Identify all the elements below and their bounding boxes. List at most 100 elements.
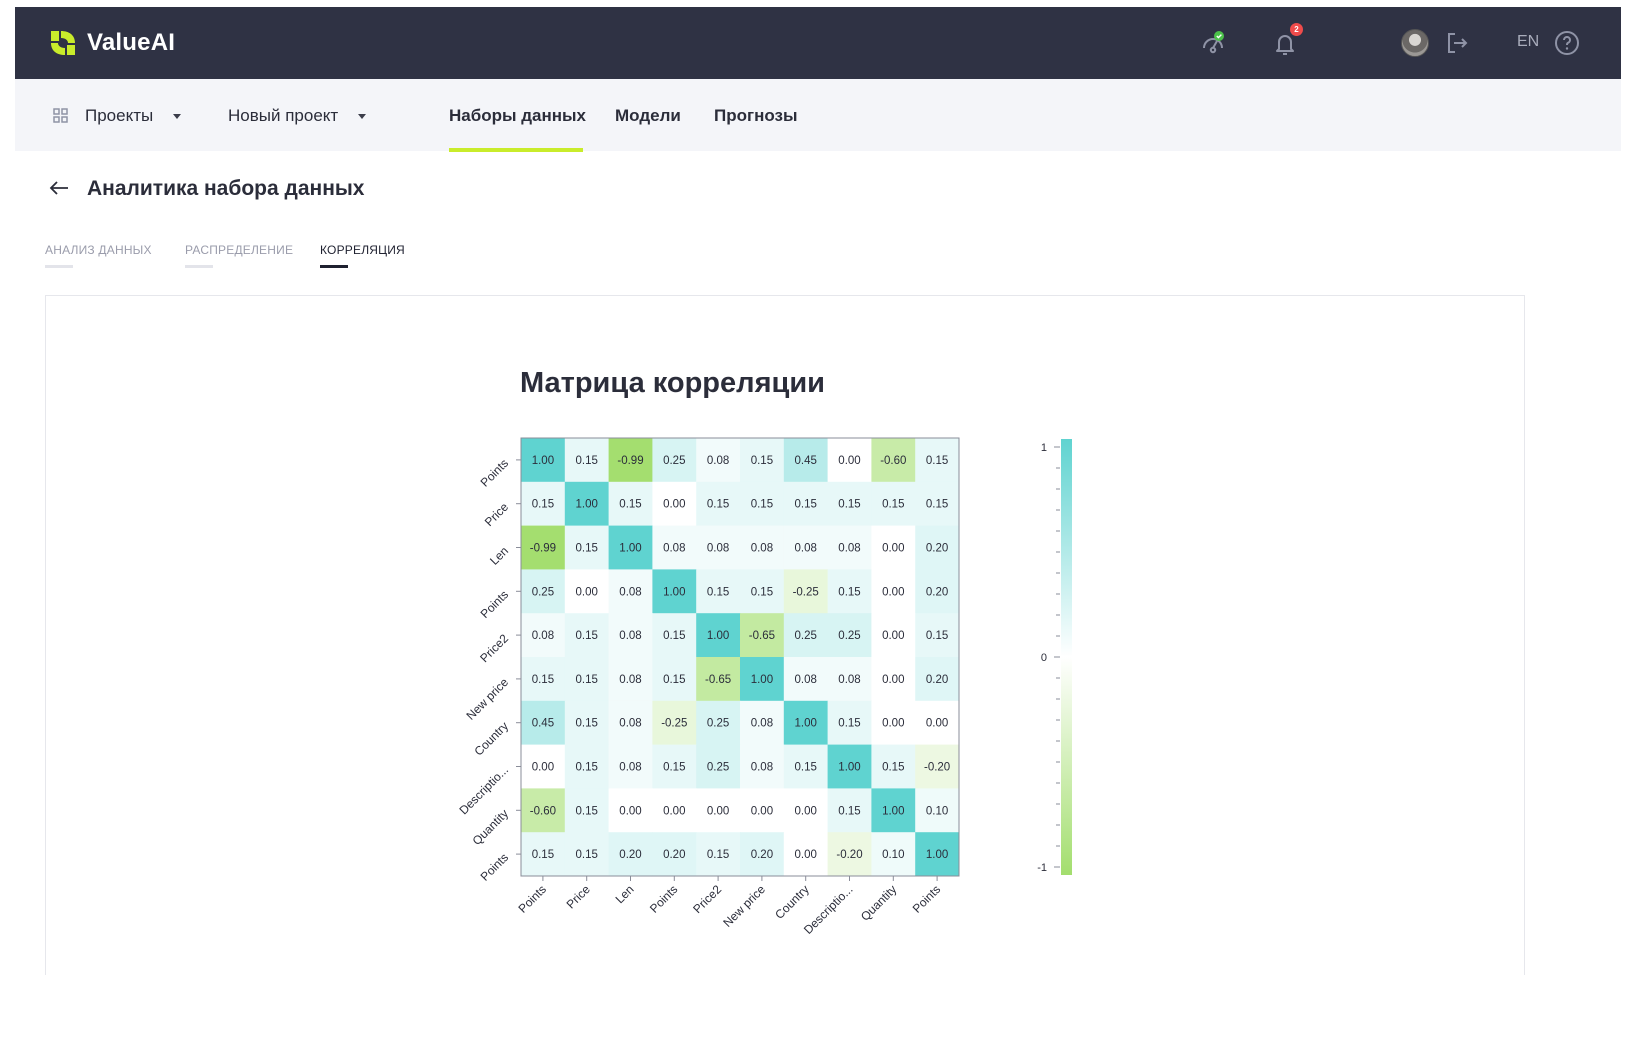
x-tick-label: Points <box>910 882 943 915</box>
heatmap-cell-label: 1.00 <box>882 805 904 817</box>
heatmap-cell-label: 0.20 <box>926 674 948 686</box>
y-tick-label: Country <box>472 719 512 759</box>
heatmap-cell-label: 0.45 <box>795 455 817 467</box>
heatmap-cell-label: 0.15 <box>882 499 904 511</box>
heatmap-cell-label: 0.15 <box>707 499 729 511</box>
heatmap-cell-label: -0.20 <box>836 849 862 861</box>
x-tick-label: Country <box>772 882 812 922</box>
heatmap-cell-label: 0.15 <box>751 455 773 467</box>
heatmap-cell-label: 0.08 <box>707 455 729 467</box>
heatmap-cell-label: 0.00 <box>707 805 729 817</box>
x-tick-label: Price <box>564 882 593 911</box>
heatmap-cell-label: 0.15 <box>926 455 948 467</box>
y-tick-label: Price2 <box>477 631 511 665</box>
heatmap-cell-label: 0.25 <box>663 455 685 467</box>
colorbar-tick-label: -1 <box>1037 862 1047 874</box>
heatmap-cell-label: 0.08 <box>663 543 685 555</box>
correlation-heatmap: 1.00 0.15 -0.99 0.25 0.08 0.15 0.45 0.00 -0.60 0.… <box>456 437 1072 937</box>
heatmap-cell-label: 0.00 <box>882 586 904 598</box>
heatmap-cell-label: 0.08 <box>751 762 773 774</box>
heatmap-cell-label: 0.08 <box>619 718 641 730</box>
heatmap-cell-label: 0.15 <box>751 586 773 598</box>
app-window: ValueAI 2 EN Проекты Новый проект Наборы… <box>15 7 1621 1042</box>
heatmap-cell-label: 0.00 <box>619 805 641 817</box>
heatmap-cell-label: 0.15 <box>576 630 598 642</box>
heatmap-cell-label: 0.00 <box>882 630 904 642</box>
heatmap-cell-label: 0.15 <box>663 674 685 686</box>
heatmap-cell-label: 0.25 <box>795 630 817 642</box>
x-tick-label: Points <box>516 882 549 915</box>
heatmap-cell-label: 0.15 <box>619 499 641 511</box>
heatmap-cell-label: 0.15 <box>576 543 598 555</box>
heatmap-cell-label: 0.10 <box>926 805 948 817</box>
heatmap-cell-label: 1.00 <box>532 455 554 467</box>
heatmap-cell-label: 0.15 <box>663 630 685 642</box>
heatmap-cell-label: 0.08 <box>795 674 817 686</box>
heatmap-cell-label: -0.60 <box>880 455 906 467</box>
heatmap-cell-label: -0.65 <box>749 630 775 642</box>
y-tick-label: Points <box>478 456 511 489</box>
heatmap-cell-label: 0.15 <box>576 762 598 774</box>
heatmap-cell-label: 0.25 <box>707 762 729 774</box>
colorbar-tick-label: 1 <box>1041 442 1047 454</box>
y-tick-label: Quantity <box>470 807 512 849</box>
heatmap-cell-label: 0.15 <box>532 674 554 686</box>
heatmap-cell-label: 0.20 <box>926 586 948 598</box>
heatmap-cell-label: 0.08 <box>751 718 773 730</box>
heatmap-cell-label: 0.25 <box>838 630 860 642</box>
heatmap-cell-label: -0.60 <box>530 805 556 817</box>
heatmap-cell-label: 0.00 <box>882 718 904 730</box>
heatmap-cell-label: 0.08 <box>838 543 860 555</box>
heatmap-cell-label: 0.25 <box>707 718 729 730</box>
heatmap-cell-label: 0.15 <box>576 455 598 467</box>
heatmap-cell-label: 0.15 <box>838 499 860 511</box>
heatmap-cell-label: 0.25 <box>532 586 554 598</box>
heatmap-cell-label: 0.15 <box>663 762 685 774</box>
x-tick-label: Quantity <box>858 882 900 924</box>
heatmap-cell-label: 0.15 <box>576 674 598 686</box>
heatmap-cell-label: 1.00 <box>926 849 948 861</box>
heatmap-cell-label: 0.08 <box>619 586 641 598</box>
heatmap-cell-label: 1.00 <box>663 586 685 598</box>
y-tick-label: Points <box>478 588 511 621</box>
heatmap-cell-label: 1.00 <box>619 543 641 555</box>
heatmap-cell-label: 1.00 <box>576 499 598 511</box>
heatmap-cell-label: 0.00 <box>663 499 685 511</box>
heatmap-cell-label: 0.08 <box>619 630 641 642</box>
heatmap-cell-label: 0.08 <box>707 543 729 555</box>
y-tick-label: New price <box>463 675 511 723</box>
heatmap-cell-label: 0.15 <box>576 805 598 817</box>
heatmap-cell-label: 0.08 <box>619 674 641 686</box>
x-tick-label: Points <box>647 882 680 915</box>
heatmap-cell-label: 0.00 <box>795 805 817 817</box>
heatmap-cell-label: 0.00 <box>795 849 817 861</box>
heatmap-cell-label: 0.08 <box>619 762 641 774</box>
x-tick-label: New price <box>720 882 768 930</box>
heatmap-cell-label: 1.00 <box>795 718 817 730</box>
heatmap-cell-label: 0.15 <box>707 849 729 861</box>
heatmap-cell-label: 0.10 <box>882 849 904 861</box>
x-tick-label: Price2 <box>690 882 724 916</box>
heatmap-cell-label: 1.00 <box>707 630 729 642</box>
heatmap-cell-label: 0.00 <box>882 674 904 686</box>
heatmap-cell-label: 0.15 <box>795 762 817 774</box>
heatmap-cell-label: 0.00 <box>926 718 948 730</box>
heatmap-cell-label: 0.00 <box>751 805 773 817</box>
heatmap-cell-label: 0.08 <box>795 543 817 555</box>
colorbar-tick-label: 0 <box>1041 652 1047 664</box>
heatmap-cell-label: 1.00 <box>751 674 773 686</box>
heatmap-cell-label: 0.15 <box>882 762 904 774</box>
heatmap-cell-label: 0.08 <box>532 630 554 642</box>
heatmap-cell-label: 0.20 <box>663 849 685 861</box>
heatmap-cell-label: 0.45 <box>532 718 554 730</box>
heatmap-cell-label: 0.20 <box>751 849 773 861</box>
heatmap-cell-label: -0.65 <box>705 674 731 686</box>
heatmap-cell-label: 0.00 <box>838 455 860 467</box>
heatmap-cell-label: 0.00 <box>576 586 598 598</box>
y-tick-label: Price <box>482 500 511 529</box>
heatmap-cell-label: 0.20 <box>926 543 948 555</box>
heatmap-cell-label: -0.25 <box>661 718 687 730</box>
y-tick-label: Points <box>478 850 511 883</box>
heatmap-cell-label: 1.00 <box>838 762 860 774</box>
heatmap-cell-label: 0.15 <box>838 718 860 730</box>
